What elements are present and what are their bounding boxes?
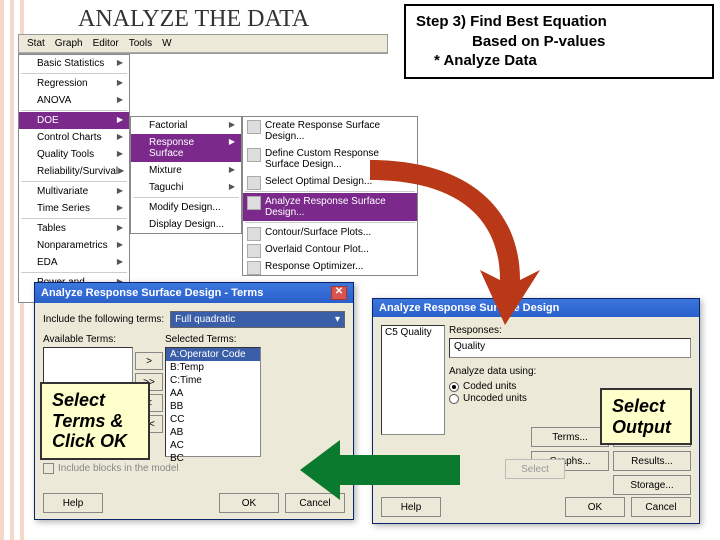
page-title: ANALYZE THE DATA — [78, 6, 309, 33]
mi-response-surface[interactable]: Response Surface▶ — [131, 134, 241, 162]
menu-doe: Factorial▶ Response Surface▶ Mixture▶ Ta… — [130, 116, 242, 234]
mi-nonparam[interactable]: Nonparametrics▶ — [19, 237, 129, 254]
uncoded-radio[interactable] — [449, 394, 459, 404]
include-label: Include the following terms: — [43, 314, 164, 325]
mi-display[interactable]: Display Design... — [131, 216, 241, 233]
mi-reliability[interactable]: Reliability/Survival▶ — [19, 163, 129, 180]
variable-list[interactable]: C5 Quality — [381, 325, 445, 435]
blocks-label: Include blocks in the model — [58, 463, 179, 474]
available-label: Available Terms: — [43, 334, 133, 345]
mi-tables[interactable]: Tables▶ — [19, 220, 129, 237]
list-item[interactable]: BB — [166, 400, 260, 413]
callout-output: Select Output — [600, 388, 692, 445]
blocks-checkbox[interactable] — [43, 463, 54, 474]
selected-list[interactable]: A:Operator Code B:Temp C:Time AA BB CC A… — [165, 347, 261, 457]
ok-button[interactable]: OK — [219, 493, 279, 513]
mi-quality[interactable]: Quality Tools▶ — [19, 146, 129, 163]
list-item[interactable]: A:Operator Code — [166, 348, 260, 361]
analyze-using-label: Analyze data using: — [449, 366, 691, 377]
select-button: Select — [505, 459, 565, 479]
step-line2: Based on P-values — [416, 32, 702, 52]
mi-create-rs[interactable]: Create Response Surface Design... — [243, 117, 417, 145]
mi-timeseries[interactable]: Time Series▶ — [19, 200, 129, 217]
list-item[interactable]: BC — [166, 452, 260, 465]
step-line3: * Analyze Data — [416, 51, 702, 71]
dialog-terms-title: Analyze Response Surface Design - Terms — [41, 287, 263, 299]
terms-combo[interactable]: Full quadratic ▾ — [170, 311, 345, 328]
step-line1: Step 3) Find Best Equation — [416, 12, 702, 32]
ok-button-analyze[interactable]: OK — [565, 497, 625, 517]
menubar-stat[interactable]: Stat — [23, 37, 49, 50]
arrow-red-icon — [350, 150, 540, 333]
menubar-editor[interactable]: Editor — [89, 37, 123, 50]
mi-taguchi[interactable]: Taguchi▶ — [131, 179, 241, 196]
terms-button[interactable]: Terms... — [531, 427, 609, 447]
help-button[interactable]: Help — [43, 493, 103, 513]
menubar-tools[interactable]: Tools — [125, 37, 156, 50]
menubar-graph[interactable]: Graph — [51, 37, 87, 50]
mi-doe[interactable]: DOE▶ — [19, 112, 129, 129]
menubar: Stat Graph Editor Tools W — [19, 35, 387, 53]
mi-anova[interactable]: ANOVA▶ — [19, 92, 129, 109]
responses-value: Quality — [454, 341, 485, 352]
list-item[interactable]: AA — [166, 387, 260, 400]
cancel-button-analyze[interactable]: Cancel — [631, 497, 691, 517]
list-item[interactable]: B:Temp — [166, 361, 260, 374]
coded-radio[interactable] — [449, 382, 459, 392]
mi-control[interactable]: Control Charts▶ — [19, 129, 129, 146]
combo-value: Full quadratic — [175, 314, 235, 325]
menu-area: Stat Graph Editor Tools W — [18, 34, 388, 54]
mi-mixture[interactable]: Mixture▶ — [131, 162, 241, 179]
mi-multivar[interactable]: Multivariate▶ — [19, 183, 129, 200]
menubar-window[interactable]: W — [158, 37, 175, 50]
list-item[interactable]: AC — [166, 439, 260, 452]
list-item[interactable]: C:Time — [166, 374, 260, 387]
responses-field[interactable]: Quality — [449, 338, 691, 358]
move-right-button[interactable]: > — [135, 352, 163, 370]
storage-button[interactable]: Storage... — [613, 475, 691, 495]
list-item[interactable]: CC — [166, 413, 260, 426]
close-icon[interactable]: ✕ — [331, 286, 347, 300]
mi-factorial[interactable]: Factorial▶ — [131, 117, 241, 134]
mi-basic[interactable]: Basic Statistics▶ — [19, 55, 129, 72]
uncoded-label: Uncoded units — [463, 393, 527, 404]
coded-label: Coded units — [463, 381, 516, 392]
step-box: Step 3) Find Best Equation Based on P-va… — [404, 4, 714, 79]
mi-regression[interactable]: Regression▶ — [19, 75, 129, 92]
callout-terms: Select Terms & Click OK — [40, 382, 150, 460]
mi-modify[interactable]: Modify Design... — [131, 199, 241, 216]
dialog-terms-titlebar: Analyze Response Surface Design - Terms … — [35, 283, 353, 303]
mi-eda[interactable]: EDA▶ — [19, 254, 129, 271]
results-button[interactable]: Results... — [613, 451, 691, 471]
list-item[interactable]: AB — [166, 426, 260, 439]
chevron-down-icon: ▾ — [335, 314, 340, 325]
selected-label: Selected Terms: — [165, 334, 261, 345]
menu-stat: Basic Statistics▶ Regression▶ ANOVA▶ DOE… — [18, 54, 130, 303]
arrow-green-icon — [300, 440, 460, 503]
